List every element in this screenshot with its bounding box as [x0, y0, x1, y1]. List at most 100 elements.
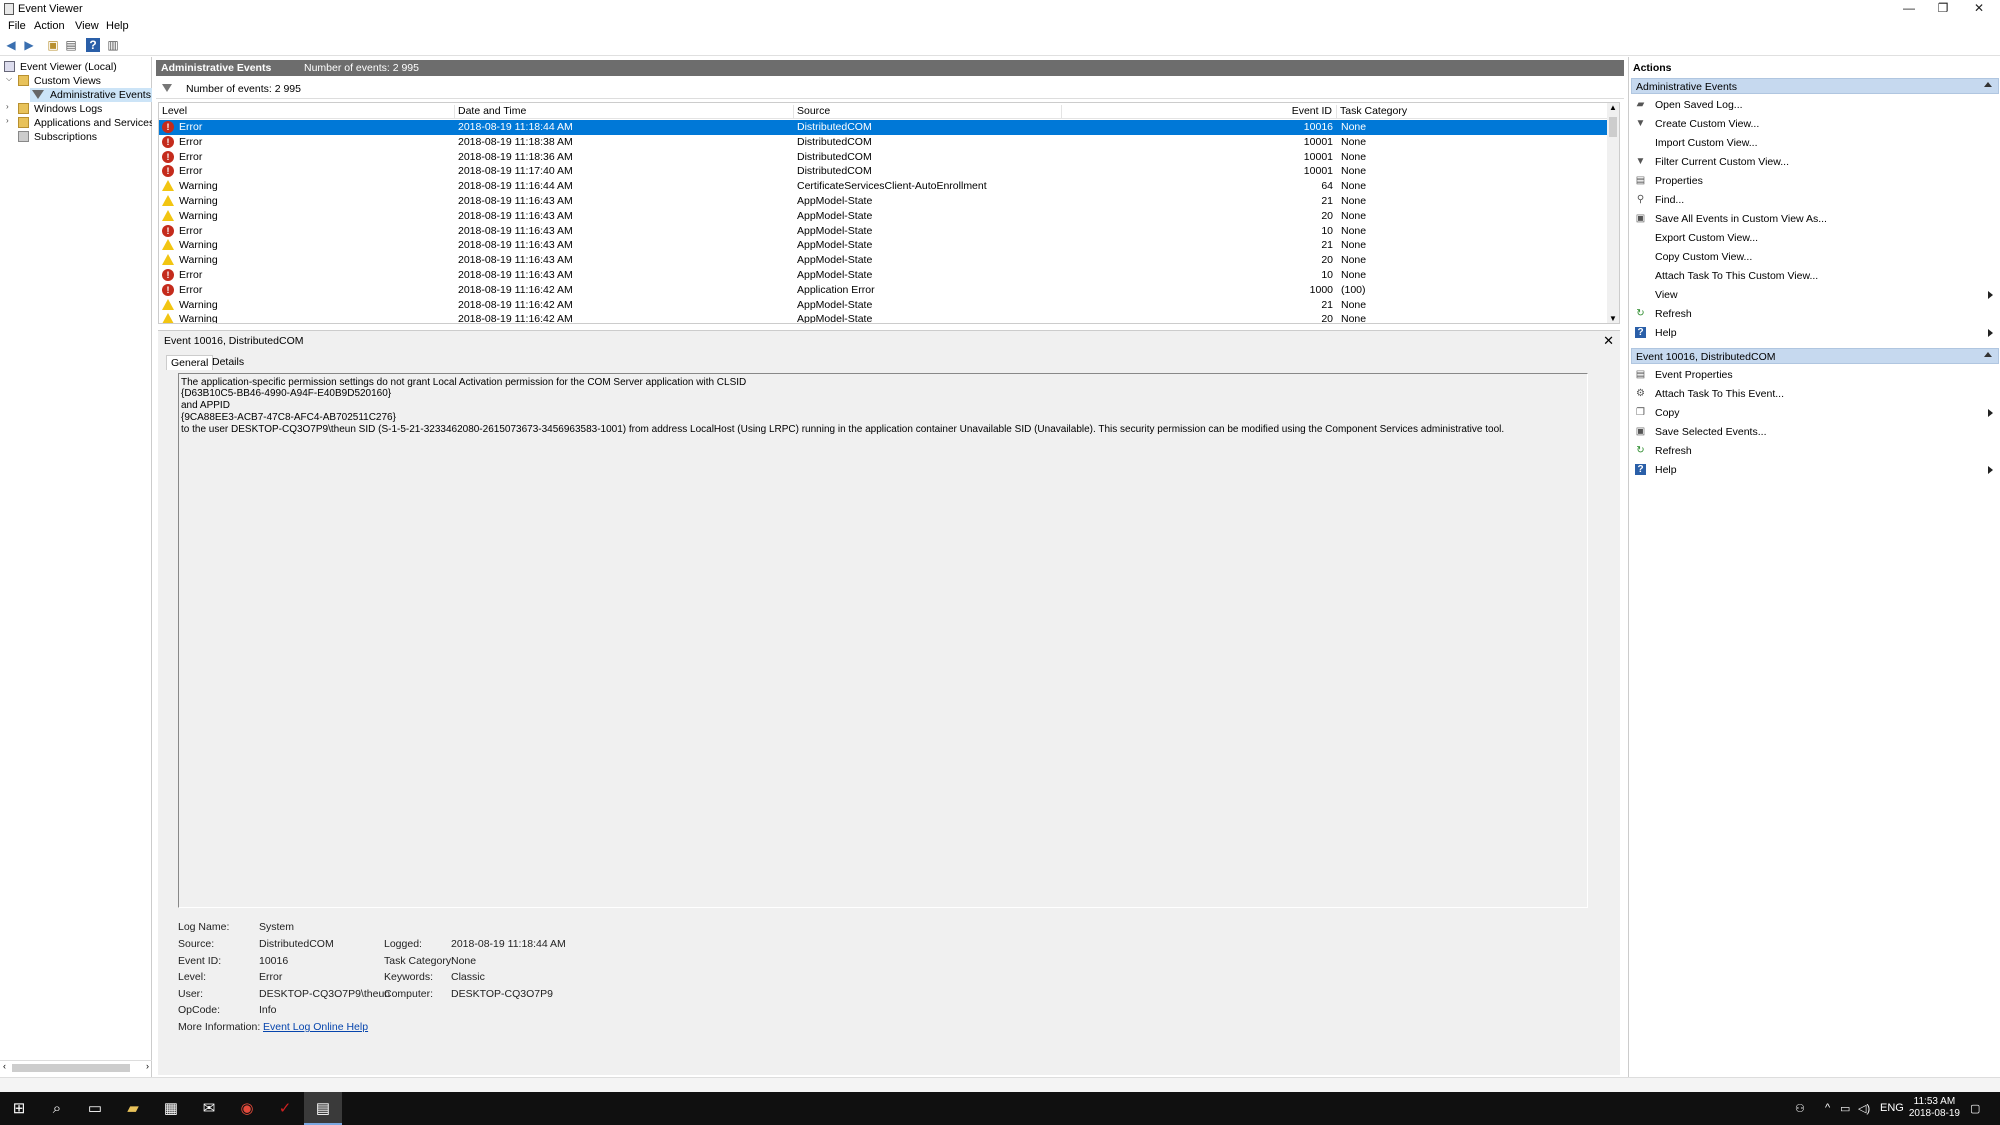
notifications-icon[interactable]: ▢	[1970, 1102, 1980, 1115]
action-attach-task-to-this-event[interactable]: ⚙ Attach Task To This Event...	[1635, 386, 1995, 402]
menu-file[interactable]: File	[8, 20, 26, 32]
table-row[interactable]: ! Error 2018-08-19 11:17:40 AM DistributedC…	[159, 164, 1609, 179]
action-import-custom-view[interactable]: Import Custom View...	[1635, 135, 1995, 151]
collapse-caret-icon[interactable]	[1984, 82, 1992, 87]
action-save-selected-events[interactable]: ▣ Save Selected Events...	[1635, 424, 1995, 440]
event-log-online-help-link[interactable]: Event Log Online Help	[263, 1021, 368, 1033]
show-hidden-icons-chevron-icon[interactable]: ^	[1825, 1102, 1830, 1114]
action-filter-current-custom-view[interactable]: ▼ Filter Current Custom View...	[1635, 154, 1995, 170]
action-view[interactable]: View	[1635, 287, 1995, 303]
back-arrow-icon[interactable]: ◀	[4, 38, 18, 52]
table-row[interactable]: Warning 2018-08-19 11:16:43 AM AppModel-St…	[159, 253, 1609, 268]
tree-item-applications-and-services[interactable]: › Applications and Services Lo	[6, 116, 152, 130]
scrollbar-thumb[interactable]	[1609, 117, 1617, 137]
collapsed-chevron-icon[interactable]: ›	[6, 102, 14, 111]
expanded-chevron-icon[interactable]: ⌵	[6, 74, 14, 84]
column-event-id[interactable]: Event ID	[1062, 105, 1337, 119]
action-refresh[interactable]: ↻ Refresh	[1635, 306, 1995, 322]
action-save-all-events-in-custom-view-as[interactable]: ▣ Save All Events in Custom View As...	[1635, 211, 1995, 227]
properties-icon: ▤	[1635, 175, 1646, 186]
tab-details[interactable]: Details	[208, 355, 248, 370]
tree-item-custom-views[interactable]: ⌵ Custom Views	[6, 74, 152, 88]
table-row[interactable]: Warning 2018-08-19 11:16:43 AM AppModel-St…	[159, 209, 1609, 224]
collapse-caret-icon[interactable]	[1984, 352, 1992, 357]
actions-section-event[interactable]: Event 10016, DistributedCOM	[1631, 348, 1999, 364]
table-row[interactable]: Warning 2018-08-19 11:16:44 AM Certificate…	[159, 179, 1609, 194]
action-create-custom-view[interactable]: ▼ Create Custom View...	[1635, 116, 1995, 132]
tab-general[interactable]: General	[166, 355, 214, 370]
menu-help[interactable]: Help	[106, 20, 129, 32]
table-row[interactable]: Warning 2018-08-19 11:16:43 AM AppModel-St…	[159, 194, 1609, 209]
search-icon[interactable]: ⌕	[38, 1092, 76, 1125]
table-row[interactable]: ! Error 2018-08-19 11:18:44 AM DistributedC…	[159, 120, 1609, 135]
action-export-custom-view[interactable]: Export Custom View...	[1635, 230, 1995, 246]
chrome-icon[interactable]: ◉	[228, 1092, 266, 1125]
file-explorer-icon[interactable]: ▰	[114, 1092, 152, 1125]
show-hide-tree-icon[interactable]: ▤	[64, 38, 78, 52]
scroll-right-arrow-icon[interactable]: ›	[146, 1061, 149, 1071]
minimize-button[interactable]: —	[1892, 0, 1926, 18]
app-red-icon[interactable]: ✓	[266, 1092, 304, 1125]
event-description[interactable]: The application-specific permission sett…	[178, 373, 1588, 908]
tree-item-subscriptions[interactable]: Subscriptions	[6, 130, 152, 144]
table-row[interactable]: ! Error 2018-08-19 11:16:43 AM AppModel-Sta…	[159, 224, 1609, 239]
cell-source: AppModel-State	[797, 298, 873, 311]
column-source[interactable]: Source	[794, 105, 1062, 119]
store-icon[interactable]: ▦	[152, 1092, 190, 1125]
scroll-down-arrow-icon[interactable]: ▼	[1609, 314, 1617, 323]
action-copy-custom-view[interactable]: Copy Custom View...	[1635, 249, 1995, 265]
scroll-up-arrow-icon[interactable]: ▲	[1609, 103, 1617, 112]
table-row[interactable]: ! Error 2018-08-19 11:16:43 AM AppModel-Sta…	[159, 268, 1609, 283]
action-attach-task-to-this-custom-view[interactable]: Attach Task To This Custom View...	[1635, 268, 1995, 284]
action-help[interactable]: ? Help	[1635, 462, 1995, 478]
start-windows-icon[interactable]: ⊞	[0, 1092, 38, 1125]
collapsed-chevron-icon[interactable]: ›	[6, 116, 14, 125]
table-row[interactable]: ! Error 2018-08-19 11:18:36 AM DistributedC…	[159, 150, 1609, 165]
tree-item-administrative-events[interactable]: Administrative Events	[30, 88, 152, 102]
action-find[interactable]: ⚲ Find...	[1635, 192, 1995, 208]
grid-vertical-scrollbar[interactable]: ▲ ▼	[1607, 103, 1619, 323]
mail-icon[interactable]: ✉	[190, 1092, 228, 1125]
people-icon[interactable]: ⚇	[1795, 1102, 1805, 1115]
table-row[interactable]: Warning 2018-08-19 11:16:42 AM AppModel-St…	[159, 298, 1609, 313]
action-properties[interactable]: ▤ Properties	[1635, 173, 1995, 189]
column-task-category[interactable]: Task Category	[1337, 105, 1609, 119]
tree-horizontal-scrollbar[interactable]: ‹ ›	[0, 1060, 152, 1074]
action-open-saved-log[interactable]: ▰ Open Saved Log...	[1635, 97, 1995, 113]
warning-icon	[162, 313, 174, 323]
column-level[interactable]: Level	[159, 105, 455, 119]
clock[interactable]: 11:53 AM 2018-08-19	[1909, 1096, 1960, 1120]
cell-level: Warning	[179, 209, 218, 222]
tree-item-event-viewer-local[interactable]: Event Viewer (Local)	[4, 60, 152, 74]
table-row[interactable]: ! Error 2018-08-19 11:16:42 AM Application …	[159, 283, 1609, 298]
close-icon[interactable]: ✕	[1603, 333, 1614, 349]
table-row[interactable]: Warning 2018-08-19 11:16:42 AM AppModel-St…	[159, 312, 1609, 323]
network-icon[interactable]: ▭	[1840, 1102, 1850, 1115]
cell-task-category: None	[1341, 224, 1367, 237]
task-view-icon[interactable]: ▭	[76, 1092, 114, 1125]
close-button[interactable]: ✕	[1962, 0, 1996, 18]
menu-action[interactable]: Action	[34, 20, 65, 32]
action-copy[interactable]: ❐ Copy	[1635, 405, 1995, 421]
restore-button[interactable]: ❐	[1926, 0, 1960, 18]
forward-arrow-icon[interactable]: ▶	[22, 38, 36, 52]
help-icon[interactable]: ?	[86, 38, 100, 52]
action-event-properties[interactable]: ▤ Event Properties	[1635, 367, 1995, 383]
action-help[interactable]: ? Help	[1635, 325, 1995, 341]
scroll-left-arrow-icon[interactable]: ‹	[3, 1061, 6, 1071]
volume-icon[interactable]: ◁)	[1858, 1102, 1870, 1115]
actions-section-administrative-events[interactable]: Administrative Events	[1631, 78, 1999, 94]
up-folder-icon[interactable]: ▣	[46, 38, 60, 52]
action-refresh[interactable]: ↻ Refresh	[1635, 443, 1995, 459]
cell-date: 2018-08-19 11:16:43 AM	[458, 209, 573, 222]
column-date-and-time[interactable]: Date and Time	[455, 105, 794, 119]
input-language[interactable]: ENG	[1880, 1102, 1904, 1114]
show-hide-action-pane-icon[interactable]: ▥	[106, 38, 120, 52]
event-viewer-taskbar-icon[interactable]: ▤	[304, 1092, 342, 1125]
tree-item-windows-logs[interactable]: › Windows Logs	[6, 102, 152, 116]
value-level: Error	[259, 971, 283, 983]
scrollbar-thumb[interactable]	[12, 1064, 130, 1072]
table-row[interactable]: ! Error 2018-08-19 11:18:38 AM DistributedC…	[159, 135, 1609, 150]
table-row[interactable]: Warning 2018-08-19 11:16:43 AM AppModel-St…	[159, 238, 1609, 253]
menu-view[interactable]: View	[75, 20, 99, 32]
